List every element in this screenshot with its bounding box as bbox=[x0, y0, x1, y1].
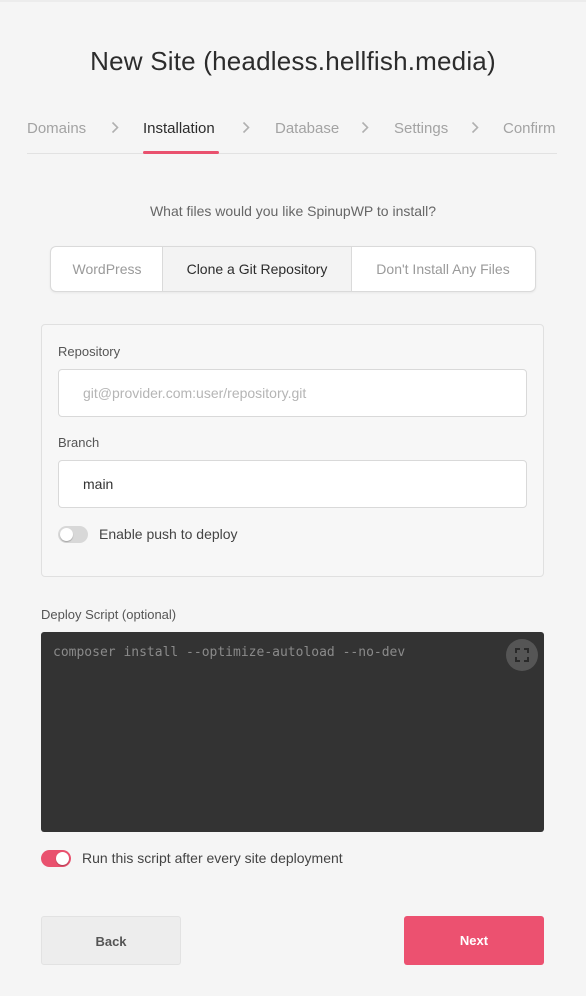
step-installation[interactable]: Installation bbox=[143, 120, 215, 137]
back-button[interactable]: Back bbox=[41, 916, 181, 965]
fullscreen-icon bbox=[515, 648, 529, 662]
step-database[interactable]: Database bbox=[275, 120, 339, 137]
option-clone-git[interactable]: Clone a Git Repository bbox=[162, 247, 352, 291]
repository-input[interactable] bbox=[58, 369, 527, 417]
branch-input[interactable] bbox=[58, 460, 527, 508]
install-type-selector: WordPress Clone a Git Repository Don't I… bbox=[50, 246, 536, 292]
step-confirm[interactable]: Confirm bbox=[503, 120, 556, 137]
repository-label: Repository bbox=[58, 344, 121, 359]
active-step-indicator bbox=[143, 151, 219, 154]
chevron-right-icon bbox=[242, 121, 252, 135]
page-title: New Site (headless.hellfish.media) bbox=[90, 46, 496, 76]
wizard-steps: Domains Installation Database Settings C… bbox=[27, 108, 557, 154]
deploy-script-label: Deploy Script (optional) bbox=[41, 607, 177, 622]
toggle-knob bbox=[56, 852, 69, 865]
option-no-files[interactable]: Don't Install Any Files bbox=[351, 247, 535, 291]
toggle-knob bbox=[60, 528, 73, 541]
deploy-script-placeholder: composer install --optimize-autoload --n… bbox=[53, 645, 406, 660]
next-button[interactable]: Next bbox=[404, 916, 544, 965]
git-settings-card: Repository Branch Enable push to deploy bbox=[41, 324, 544, 577]
chevron-right-icon bbox=[111, 121, 121, 135]
step-domains[interactable]: Domains bbox=[27, 120, 86, 137]
fullscreen-button[interactable] bbox=[506, 639, 538, 671]
push-to-deploy-label: Enable push to deploy bbox=[99, 526, 238, 542]
option-wordpress[interactable]: WordPress bbox=[51, 247, 163, 291]
step-settings[interactable]: Settings bbox=[394, 120, 448, 137]
deploy-script-editor[interactable]: composer install --optimize-autoload --n… bbox=[41, 632, 544, 832]
chevron-right-icon bbox=[361, 121, 371, 135]
run-after-deploy-toggle[interactable] bbox=[41, 850, 71, 867]
branch-label: Branch bbox=[58, 435, 100, 450]
run-after-deploy-label: Run this script after every site deploym… bbox=[82, 850, 343, 866]
install-question: What files would you like SpinupWP to in… bbox=[149, 203, 437, 219]
chevron-right-icon bbox=[471, 121, 481, 135]
top-border bbox=[0, 0, 586, 2]
push-to-deploy-toggle[interactable] bbox=[58, 526, 88, 543]
